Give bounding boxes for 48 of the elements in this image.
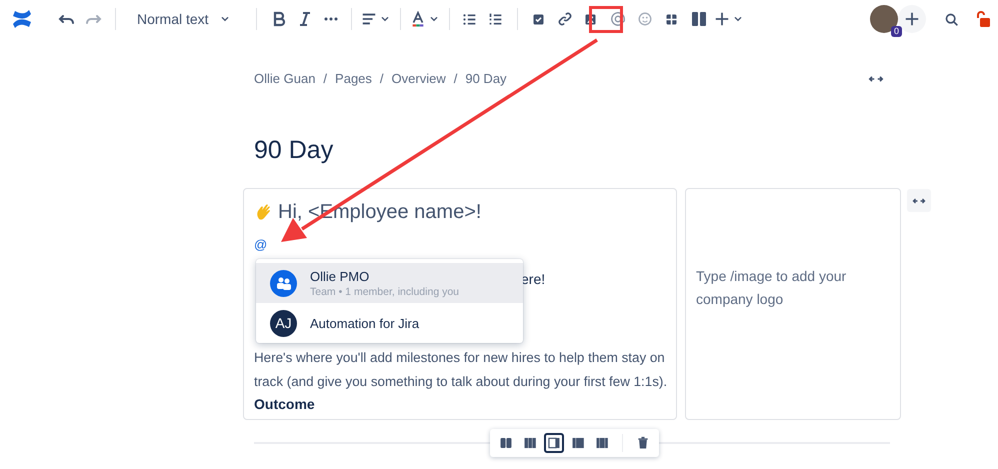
textcolor-icon	[410, 11, 426, 27]
more-icon	[324, 17, 338, 21]
cell-paragraph: Here's where you'll add milestones for new hires to help them stay on track (and give you something to talk about during your first few 1:1s).	[254, 349, 668, 391]
invite-button[interactable]	[898, 5, 926, 33]
team-icon	[276, 275, 292, 291]
plus-icon	[714, 11, 730, 27]
search-icon	[944, 12, 958, 26]
trash-icon	[636, 436, 650, 450]
breadcrumb-link[interactable]: Overview	[392, 71, 446, 86]
columns-icon	[547, 436, 561, 450]
text-style-label: Normal text	[137, 11, 209, 27]
text-style-dropdown[interactable]: Normal text	[119, 6, 241, 32]
at-icon	[610, 11, 626, 27]
emoji-icon	[636, 11, 653, 27]
table-icon	[664, 12, 680, 26]
placeholder-field[interactable]: Type /image to add your company logo	[685, 188, 901, 420]
columns-icon	[595, 436, 609, 450]
mention-name: Ollie PMO	[310, 268, 370, 284]
columns-icon	[523, 436, 537, 450]
link-icon	[556, 11, 573, 27]
columns-icon	[571, 436, 585, 450]
cell-subheading: Outcome	[254, 396, 316, 412]
columns-icon	[499, 436, 513, 450]
mention-option[interactable]: Ollie PMO Team • 1 member, including you	[256, 263, 523, 303]
highlight-box	[589, 6, 623, 33]
mention-detail: Team • 1 member, including you	[310, 286, 459, 298]
expand-button[interactable]	[907, 189, 931, 212]
mention-trigger: @	[254, 237, 268, 254]
align-icon	[360, 11, 377, 27]
logo-icon[interactable]	[11, 8, 33, 30]
layout-icon	[690, 10, 708, 28]
mention-option[interactable]: AJ Automation for Jira	[256, 303, 523, 343]
breadcrumb-separator: /	[380, 71, 384, 86]
lock-icon[interactable]	[974, 10, 992, 28]
breadcrumb-link[interactable]: 90 Day	[465, 71, 507, 86]
user-avatar: AJ	[270, 310, 297, 336]
plus-icon	[904, 11, 920, 27]
mention-name: Automation for Jira	[310, 316, 420, 330]
page-title: 90 Day	[253, 135, 334, 166]
breadcrumb-separator: /	[454, 71, 458, 86]
breadcrumb-link[interactable]: Pages	[335, 71, 372, 86]
bullets-icon	[462, 12, 478, 26]
task-icon	[531, 12, 546, 26]
layout-option[interactable]	[544, 433, 564, 453]
breadcrumb-separator: /	[323, 71, 328, 86]
breadcrumb-link[interactable]: Ollie Guan	[254, 71, 316, 86]
collaborator-count: 0	[891, 26, 902, 37]
numbers-icon	[488, 12, 504, 26]
